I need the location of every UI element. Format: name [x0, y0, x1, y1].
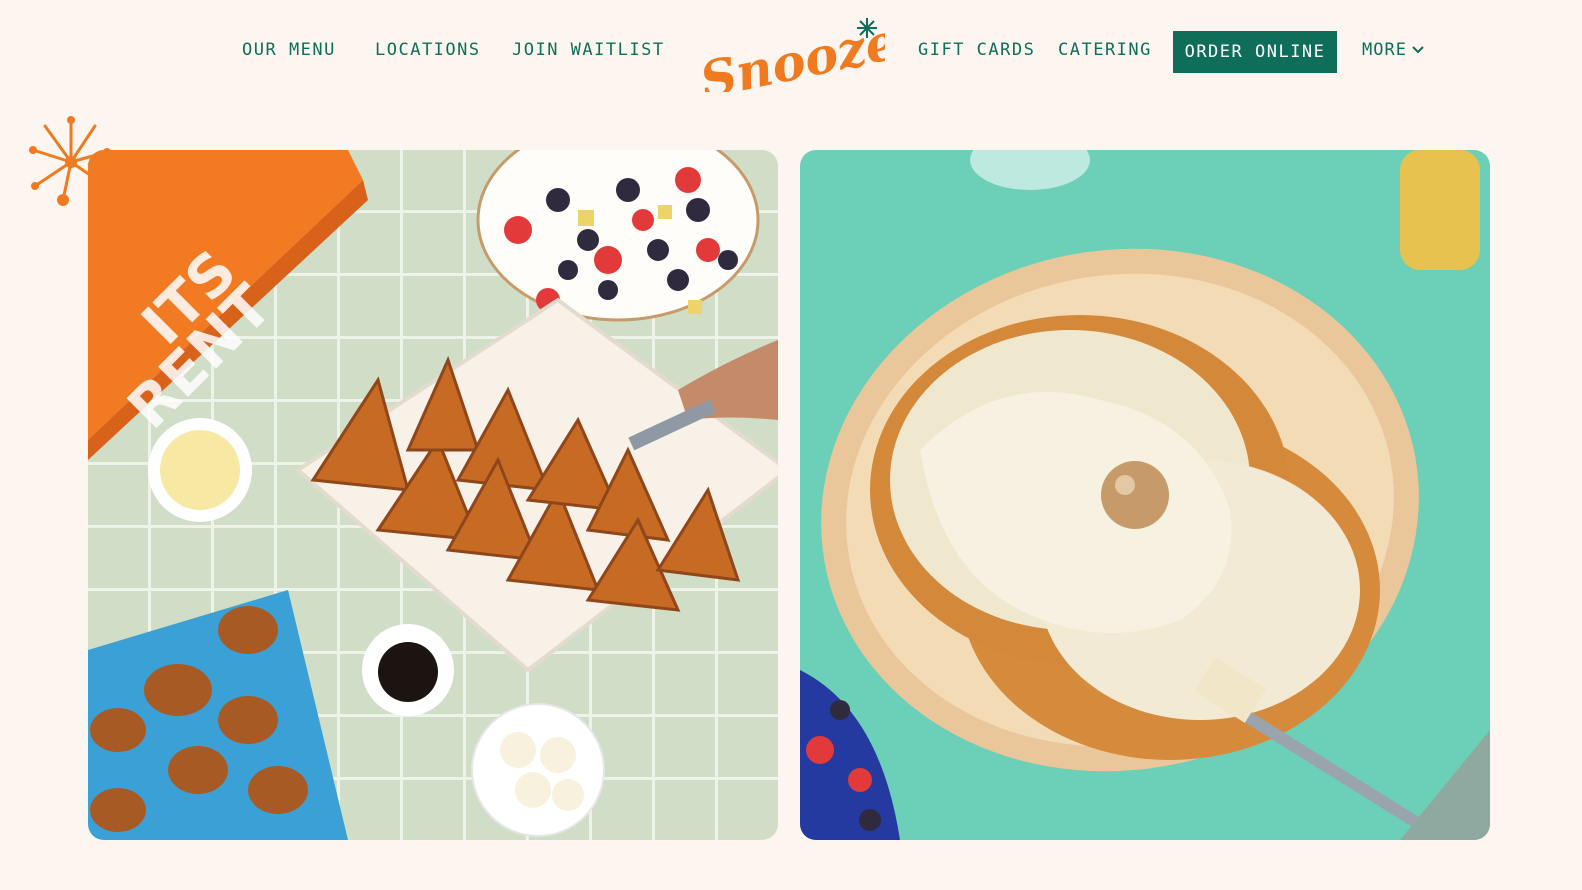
order-online-button[interactable]: ORDER ONLINE: [1173, 31, 1337, 73]
chevron-down-icon: [1411, 40, 1425, 60]
catering-spread-image[interactable]: ITS RENT: [88, 150, 778, 840]
nav-gift-cards[interactable]: GIFT CARDS: [918, 40, 1035, 60]
nav-catering[interactable]: CATERING: [1058, 40, 1152, 60]
pancakes-image[interactable]: [800, 150, 1490, 840]
snooze-logo[interactable]: Snooze: [695, 11, 902, 110]
more-label: MORE: [1362, 40, 1407, 60]
more-menu[interactable]: MORE: [1362, 40, 1425, 60]
nav-our-menu[interactable]: OUR MENU: [242, 40, 336, 60]
nav-join-waitlist[interactable]: JOIN WAITLIST: [512, 40, 665, 60]
nav-locations[interactable]: LOCATIONS: [375, 40, 481, 60]
top-navigation: OUR MENU LOCATIONS JOIN WAITLIST Snooze …: [0, 0, 1582, 110]
logo-wordmark: Snooze: [695, 12, 885, 92]
logo-star-icon: [857, 18, 877, 38]
